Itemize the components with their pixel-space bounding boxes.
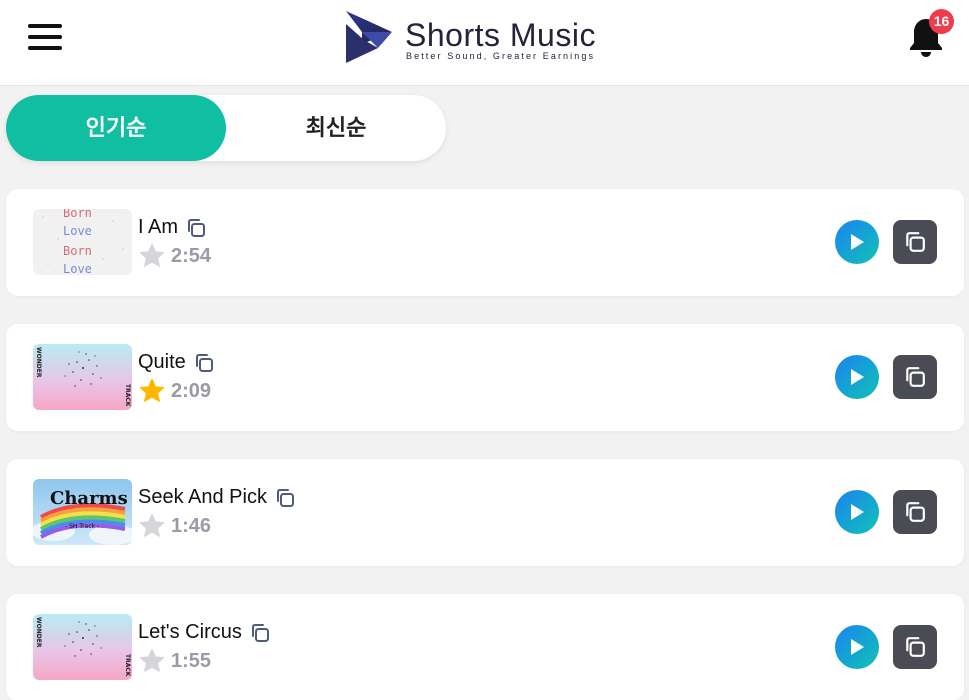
favorite-star-icon[interactable] bbox=[138, 377, 166, 405]
track-duration: 2:54 bbox=[171, 244, 212, 267]
logo-mark-icon bbox=[346, 11, 392, 63]
copy-icon bbox=[906, 232, 925, 252]
copy-icon bbox=[906, 637, 925, 657]
track-title: Seek And Pick bbox=[138, 486, 267, 508]
logo-title: Shorts Music bbox=[405, 17, 596, 53]
copy-button[interactable] bbox=[893, 220, 937, 264]
logo-subtitle: Better Sound, Greater Earnings bbox=[406, 51, 596, 61]
track-meta: 2:09 bbox=[138, 377, 211, 405]
track-title-row: Quite bbox=[138, 351, 214, 374]
track-title-row: Let's Circus bbox=[138, 621, 270, 644]
play-icon bbox=[851, 639, 864, 655]
tab-popular[interactable]: 인기순 bbox=[6, 95, 226, 161]
thumb-text: Love bbox=[63, 224, 92, 238]
thumb-text: Born bbox=[63, 209, 92, 220]
track-title: Quite bbox=[138, 351, 186, 373]
thumb-text: - SH Track - bbox=[65, 523, 99, 530]
track-thumbnail[interactable]: Born Love Born Love bbox=[33, 209, 132, 275]
play-icon bbox=[851, 234, 864, 250]
track-title: I Am bbox=[138, 216, 179, 238]
play-button[interactable] bbox=[835, 625, 879, 669]
copy-title-icon[interactable] bbox=[250, 623, 270, 643]
track-duration: 2:09 bbox=[171, 379, 212, 402]
play-button[interactable] bbox=[835, 490, 879, 534]
track-title-row: Seek And Pick bbox=[138, 486, 295, 509]
app-logo[interactable]: Shorts Music Better Sound, Greater Earni… bbox=[344, 9, 634, 65]
thumb-text: TRACK bbox=[124, 654, 131, 677]
track-card[interactable]: Charms - SH Track - Seek And Pick 1:46 bbox=[6, 459, 964, 566]
copy-icon bbox=[906, 367, 925, 387]
play-button[interactable] bbox=[835, 220, 879, 264]
play-icon bbox=[851, 504, 864, 520]
track-meta: 2:54 bbox=[138, 242, 211, 270]
track-duration: 1:55 bbox=[171, 649, 212, 672]
copy-title-icon[interactable] bbox=[275, 488, 295, 508]
thumb-text: WONDER bbox=[35, 347, 42, 378]
track-card[interactable]: Born Love Born Love I Am 2:54 bbox=[6, 189, 964, 296]
track-meta: 1:46 bbox=[138, 512, 211, 540]
copy-button[interactable] bbox=[893, 490, 937, 534]
hamburger-menu-icon[interactable] bbox=[28, 24, 66, 50]
play-button[interactable] bbox=[835, 355, 879, 399]
copy-button[interactable] bbox=[893, 625, 937, 669]
favorite-star-icon[interactable] bbox=[138, 512, 166, 540]
notification-badge: 16 bbox=[929, 9, 954, 34]
track-thumbnail[interactable]: WONDER TRACK bbox=[33, 344, 132, 410]
thumb-text: WONDER bbox=[35, 617, 42, 648]
tab-latest[interactable]: 최신순 bbox=[226, 95, 446, 161]
track-thumbnail[interactable]: Charms - SH Track - bbox=[33, 479, 132, 545]
track-title: Let's Circus bbox=[138, 621, 242, 643]
app-header: Shorts Music Better Sound, Greater Earni… bbox=[0, 0, 969, 86]
track-card[interactable]: WONDER TRACK Quite 2:09 bbox=[6, 324, 964, 431]
track-thumbnail[interactable]: WONDER TRACK bbox=[33, 614, 132, 680]
copy-icon bbox=[906, 502, 925, 522]
play-icon bbox=[851, 369, 864, 385]
track-title-row: I Am bbox=[138, 216, 206, 239]
copy-title-icon[interactable] bbox=[186, 218, 206, 238]
track-duration: 1:46 bbox=[171, 514, 212, 537]
thumb-text: TRACK bbox=[124, 384, 131, 407]
thumb-text: Born bbox=[63, 244, 92, 258]
track-card[interactable]: WONDER TRACK Let's Circus 1:55 bbox=[6, 594, 964, 700]
favorite-star-icon[interactable] bbox=[138, 242, 166, 270]
thumb-text: Charms bbox=[50, 488, 128, 509]
sort-toggle: 인기순 최신순 bbox=[6, 95, 446, 161]
copy-title-icon[interactable] bbox=[194, 353, 214, 373]
copy-button[interactable] bbox=[893, 355, 937, 399]
track-meta: 1:55 bbox=[138, 647, 211, 675]
favorite-star-icon[interactable] bbox=[138, 647, 166, 675]
thumb-text: Love bbox=[63, 262, 92, 275]
